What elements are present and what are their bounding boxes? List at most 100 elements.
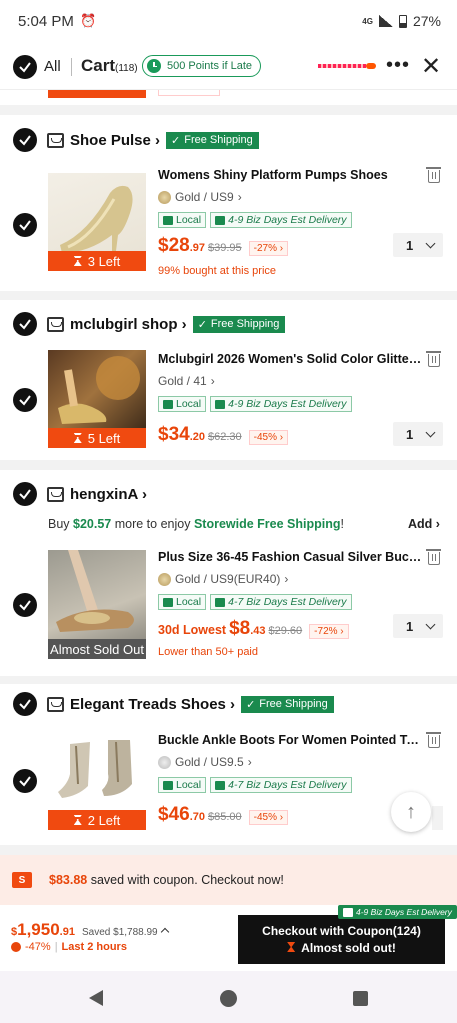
sale-price: $46.70 — [158, 804, 205, 825]
variant-swatch — [158, 190, 171, 204]
battery-level: 27% — [412, 13, 441, 29]
free-shipping-badge: ✓ Free Shipping — [241, 695, 334, 713]
discount-badge[interactable]: -27% › — [248, 241, 289, 256]
coupon-banner[interactable]: S $83.88 saved with coupon. Checkout now… — [0, 855, 457, 905]
store-header: Elegant Treads Shoes › ✓ Free Shipping — [13, 692, 334, 716]
store-card: hengxinA › Buy $20.57 more to enjoy Stor… — [0, 470, 457, 676]
points-badge[interactable]: 500 Points if Late — [142, 55, 262, 77]
back-icon[interactable] — [89, 990, 103, 1006]
product-title[interactable]: Plus Size 36-45 Fashion Casual Silver Bu… — [158, 550, 423, 564]
product-title[interactable]: Womens Shiny Platform Pumps Shoes — [158, 168, 423, 182]
discount-badge[interactable]: -45% › — [248, 430, 289, 445]
select-all-label[interactable]: All — [44, 58, 61, 75]
store-name[interactable]: mclubgirl shop › — [70, 316, 187, 333]
close-icon[interactable]: ✕ — [421, 52, 441, 81]
product-image[interactable]: Almost Sold Out — [48, 550, 146, 659]
divider — [71, 58, 72, 76]
chevron-down-icon — [425, 238, 436, 248]
promo-banner[interactable] — [318, 64, 366, 68]
price-row: $28.97 $39.95 -27% › — [158, 235, 289, 257]
product-image[interactable]: 3 Left — [48, 173, 146, 271]
select-all-checkbox[interactable] — [13, 55, 37, 79]
status-bar: 5:04 PM ⏰ 4G 27% — [0, 0, 457, 44]
discount-row: -47% | Last 2 hours — [11, 941, 127, 953]
original-price: $85.00 — [208, 811, 242, 823]
points-label: 500 Points if Late — [167, 60, 253, 72]
stock-timer: 5 Left — [48, 428, 146, 448]
store-header: hengxinA › — [13, 482, 147, 506]
product-title[interactable]: Buckle Ankle Boots For Women Pointed Toe… — [158, 733, 423, 747]
battery-icon — [398, 14, 407, 28]
store-mini-icon — [163, 780, 173, 790]
chevron-down-icon — [425, 427, 436, 437]
store-name[interactable]: Shoe Pulse › — [70, 132, 160, 149]
checkout-button[interactable]: Checkout with Coupon(124) Almost sold ou… — [238, 915, 445, 964]
store-mini-icon — [163, 399, 173, 409]
chevron-down-icon — [425, 619, 436, 629]
status-time: 5:04 PM — [18, 13, 74, 30]
quantity-selector[interactable]: 1 — [393, 614, 443, 638]
quantity-selector[interactable]: 1 — [393, 233, 443, 257]
trash-icon[interactable] — [426, 167, 441, 183]
coupon-text: $83.88 saved with coupon. Checkout now! — [49, 873, 284, 887]
store-checkbox[interactable] — [13, 482, 37, 506]
more-icon[interactable]: ••• — [386, 54, 410, 77]
total-amount: 1,950 — [17, 920, 60, 939]
stock-timer: 3 Left — [48, 251, 146, 271]
local-chip: Local — [158, 594, 207, 610]
timer-icon — [11, 942, 21, 952]
hourglass-icon — [73, 815, 82, 825]
delivery-chip: 4-9 Biz Days Est Delivery — [210, 396, 352, 412]
truck-icon — [343, 907, 353, 917]
product-image[interactable]: 2 Left — [48, 734, 146, 830]
item-checkbox[interactable] — [13, 213, 37, 237]
product-title[interactable]: Mclubgirl 2026 Women's Solid Color Glitt… — [158, 352, 423, 366]
home-icon[interactable] — [220, 990, 237, 1007]
add-more-link[interactable]: Add › — [408, 517, 440, 531]
scroll-to-top-button[interactable]: ↑ — [391, 792, 431, 832]
alarm-icon: ⏰ — [80, 13, 97, 28]
previous-item-fragment — [0, 90, 457, 105]
store-icon — [47, 132, 64, 148]
local-chip: Local — [158, 396, 207, 412]
product-image[interactable]: 5 Left — [48, 350, 146, 448]
recents-icon[interactable] — [353, 991, 368, 1006]
trash-icon[interactable] — [426, 351, 441, 367]
trash-icon[interactable] — [426, 549, 441, 565]
free-shipping-progress: Buy $20.57 more to enjoy Storewide Free … — [48, 517, 344, 531]
truck-icon — [215, 215, 226, 225]
store-name[interactable]: Elegant Treads Shoes › — [70, 696, 235, 713]
local-chip: Local — [158, 777, 207, 793]
store-checkbox[interactable] — [13, 692, 37, 716]
original-price: $62.30 — [208, 431, 242, 443]
quantity-selector-partial[interactable] — [432, 806, 443, 830]
price-note: 99% bought at this price — [158, 265, 277, 277]
signal-icon — [378, 15, 393, 27]
item-checkbox[interactable] — [13, 388, 37, 412]
price-prefix: 30d Lowest — [158, 623, 227, 637]
sale-price: $8.43 — [229, 618, 266, 639]
price-note: Lower than 50+ paid — [158, 646, 258, 658]
free-shipping-badge: ✓ Free Shipping — [166, 131, 259, 149]
saved-amount[interactable]: Saved $1,788.99 — [82, 927, 168, 938]
coupon-icon: S — [12, 872, 32, 888]
free-shipping-badge: ✓ Free Shipping — [192, 315, 286, 333]
variant-selector[interactable]: Gold / 41 › — [158, 374, 215, 388]
store-icon — [47, 486, 64, 502]
store-checkbox[interactable] — [13, 128, 37, 152]
network-icon: 4G — [362, 16, 373, 26]
discount-badge[interactable]: -45% › — [248, 810, 289, 825]
trash-icon[interactable] — [426, 732, 441, 748]
store-checkbox[interactable] — [13, 312, 37, 336]
variant-selector[interactable]: Gold / US9 › — [158, 190, 242, 204]
store-name[interactable]: hengxinA › — [70, 486, 147, 503]
quantity-selector[interactable]: 1 — [393, 422, 443, 446]
item-checkbox[interactable] — [13, 593, 37, 617]
store-header: Shoe Pulse › ✓ Free Shipping — [13, 128, 259, 152]
delivery-badge: 4-9 Biz Days Est Delivery — [338, 905, 457, 919]
variant-selector[interactable]: Gold / US9.5 › — [158, 755, 252, 769]
discount-badge[interactable]: -72% › — [309, 624, 349, 639]
hourglass-icon — [73, 433, 82, 443]
variant-selector[interactable]: Gold / US9(EUR40) › — [158, 572, 288, 586]
item-checkbox[interactable] — [13, 769, 37, 793]
